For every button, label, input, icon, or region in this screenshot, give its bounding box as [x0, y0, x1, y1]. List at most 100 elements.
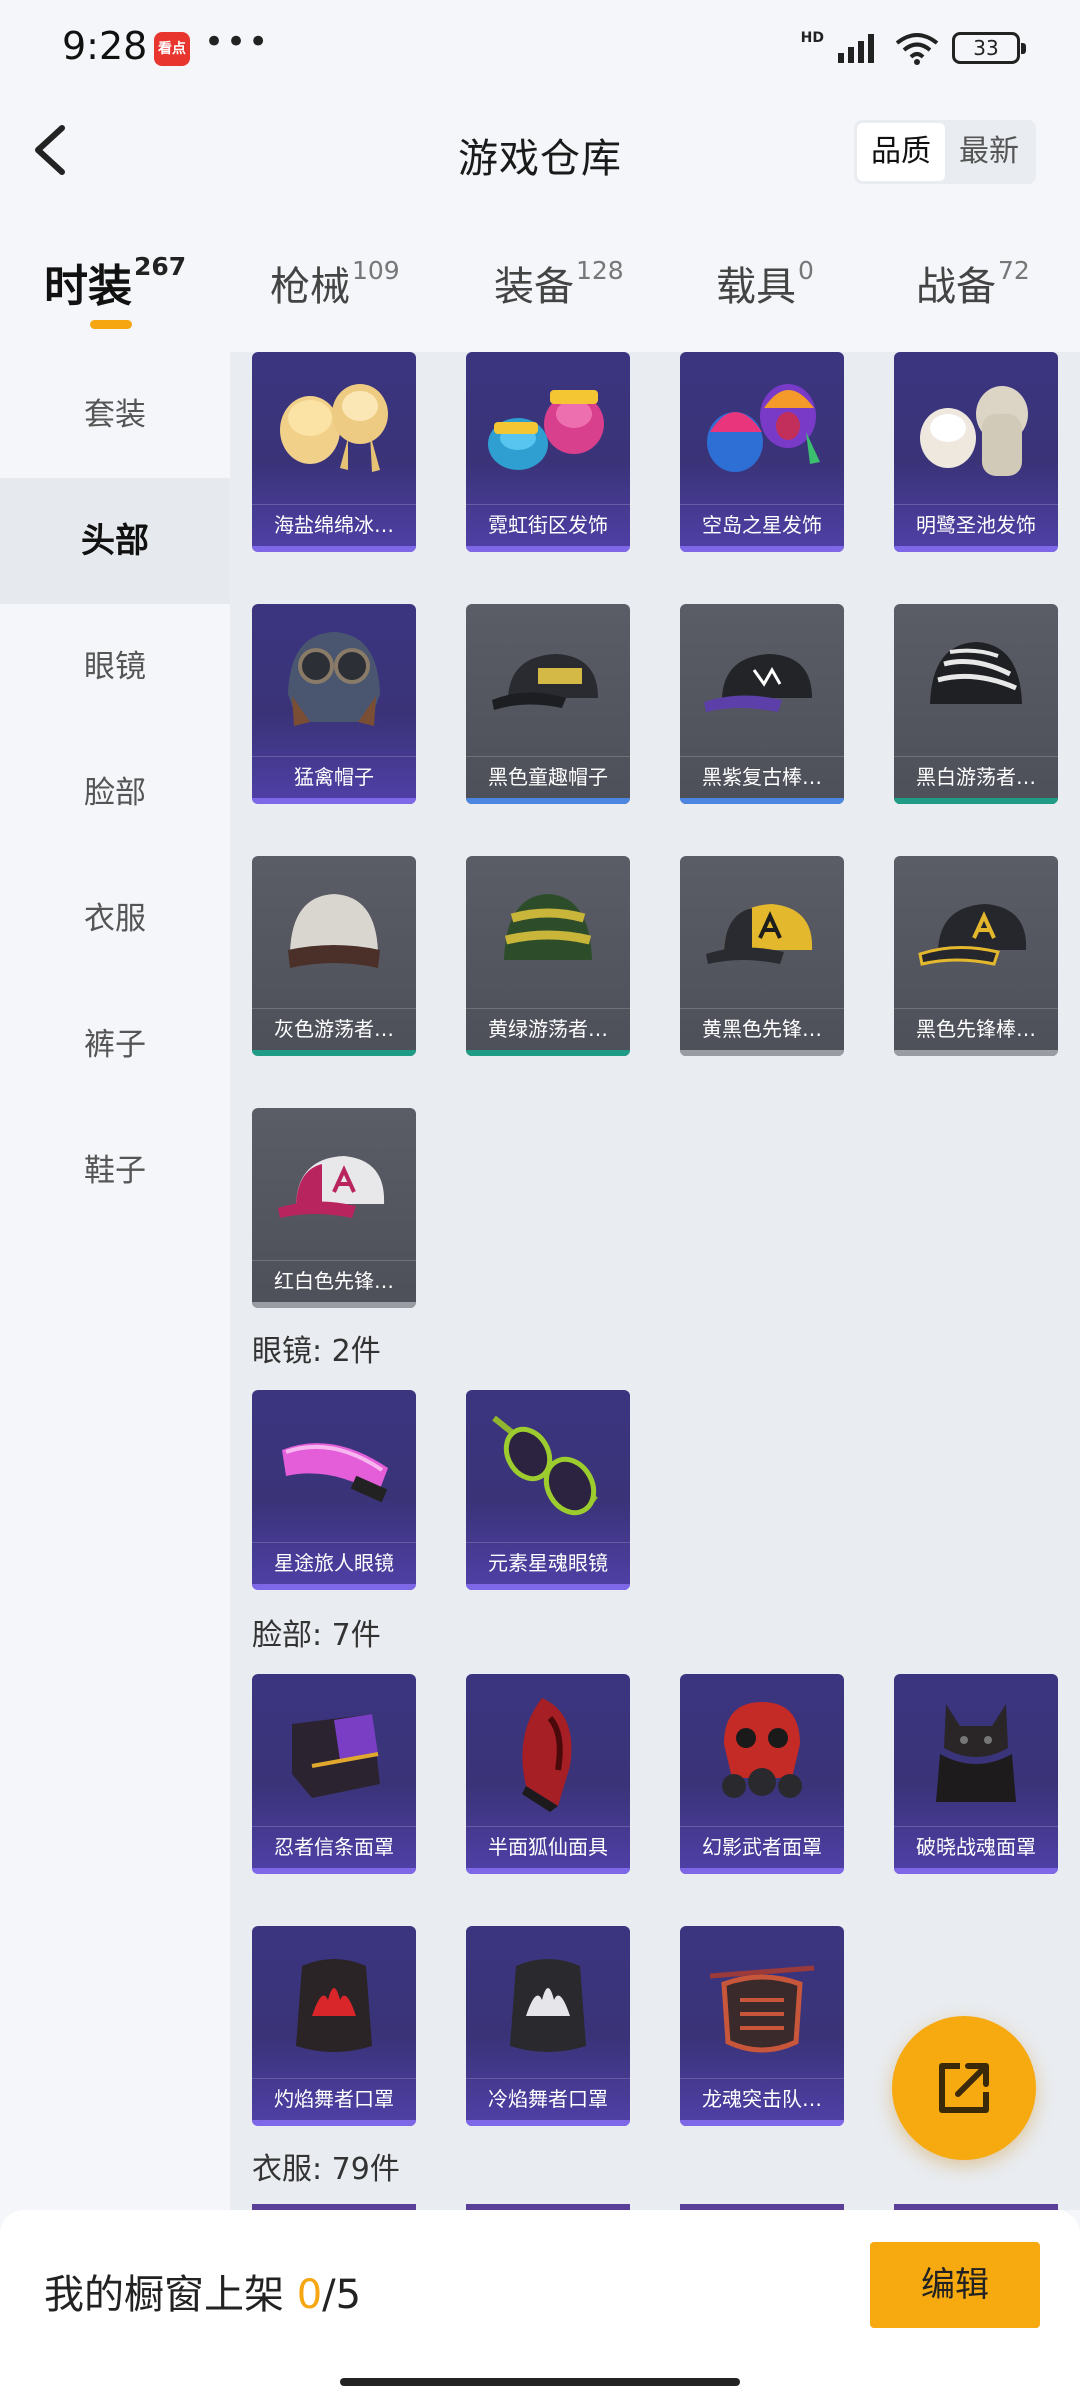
rarity-bar [466, 546, 630, 552]
item-card[interactable]: 龙魂突击队… [680, 1926, 844, 2126]
item-card[interactable]: 霓虹街区发饰 [466, 352, 630, 552]
sort-quality-button[interactable]: 品质 [857, 123, 945, 181]
item-card[interactable]: 黑色先锋棒… [894, 856, 1058, 1056]
rarity-bar [252, 1050, 416, 1056]
tab-equipment[interactable]: 装备128 [494, 254, 624, 334]
item-card[interactable]: 黑白游荡者… [894, 604, 1058, 804]
sidebar-item-face[interactable]: 脸部 [0, 730, 230, 856]
item-name: 黑色童趣帽子 [466, 756, 630, 796]
tab-supplies[interactable]: 战备72 [916, 254, 1030, 334]
item-name: 猛禽帽子 [252, 756, 416, 796]
item-name: 黑色先锋棒… [894, 1008, 1058, 1048]
tab-guns[interactable]: 枪械109 [270, 254, 400, 334]
rarity-bar [466, 1050, 630, 1056]
rarity-bar [894, 798, 1058, 804]
sidebar-item-clothes[interactable]: 衣服 [0, 856, 230, 982]
active-tab-indicator [90, 320, 132, 329]
item-name: 元素星魂眼镜 [466, 1542, 630, 1582]
rarity-bar [894, 546, 1058, 552]
news-app-icon: 看点 [154, 32, 190, 66]
item-name: 破晓战魂面罩 [894, 1826, 1058, 1866]
item-card[interactable]: 幻影武者面罩 [680, 1674, 844, 1874]
tab-label: 时装 [44, 261, 132, 312]
colorful-hair-icon [707, 384, 820, 472]
share-button[interactable] [892, 2016, 1036, 2160]
item-card[interactable]: 空岛之星发饰 [680, 352, 844, 552]
item-card[interactable]: 海盐绵绵冰… [252, 352, 416, 552]
item-name: 幻影武者面罩 [680, 1826, 844, 1866]
red-white-cap-icon [278, 1156, 385, 1218]
rarity-bar [252, 1584, 416, 1590]
tab-fashion[interactable]: 时装267 [44, 250, 186, 330]
item-card[interactable]: 黄黑色先锋… [680, 856, 844, 1056]
ninja-mask-icon [292, 1714, 380, 1798]
tab-count: 267 [134, 252, 187, 281]
rarity-bar [680, 2120, 844, 2126]
item-name: 红白色先锋… [252, 1260, 416, 1300]
yellow-cap-icon [706, 904, 813, 964]
wolf-mask-icon [936, 1704, 1016, 1802]
section-glasses-heading: 眼镜: 2件 [252, 1334, 381, 1369]
tab-count: 128 [576, 256, 624, 285]
flame-mask-icon [296, 1959, 372, 2052]
item-name: 黄绿游荡者… [466, 1008, 630, 1048]
sidebar-item-sets[interactable]: 套装 [0, 352, 230, 478]
item-card[interactable]: 红白色先锋… [252, 1108, 416, 1308]
home-indicator[interactable] [340, 2378, 740, 2386]
rarity-bar [466, 1584, 630, 1590]
more-notifications-icon: ••• [204, 22, 271, 62]
blonde-hair-icon [280, 384, 388, 472]
item-name: 霓虹街区发饰 [466, 504, 630, 544]
rarity-bar [680, 546, 844, 552]
sidebar-item-pants[interactable]: 裤子 [0, 982, 230, 1108]
item-card[interactable]: 明鹭圣池发饰 [894, 352, 1058, 552]
item-card[interactable]: 灰色游荡者… [252, 856, 416, 1056]
item-card[interactable]: 冷焰舞者口罩 [466, 1926, 630, 2126]
tab-count: 0 [798, 256, 814, 285]
edit-button[interactable]: 编辑 [870, 2242, 1040, 2328]
item-card[interactable]: 猛禽帽子 [252, 604, 416, 804]
item-card[interactable]: 半面狐仙面具 [466, 1674, 630, 1874]
status-bar: 9:28 看点 ••• HD 33 [0, 0, 1080, 96]
showcase-label: 我的橱窗上架 [44, 2272, 297, 2318]
white-hair-icon [920, 386, 1028, 476]
item-name: 灼焰舞者口罩 [252, 2078, 416, 2118]
sidebar-item-shoes[interactable]: 鞋子 [0, 1108, 230, 1234]
header: 游戏仓库 品质 最新 [0, 96, 1080, 206]
sort-newest-button[interactable]: 最新 [945, 123, 1033, 181]
zebra-beanie-icon [930, 642, 1022, 704]
item-card[interactable]: 黄绿游荡者… [466, 856, 630, 1056]
sidebar-item-head[interactable]: 头部 [0, 478, 230, 604]
gray-beanie-icon [288, 894, 380, 968]
item-card[interactable]: 黑紫复古棒… [680, 604, 844, 804]
item-card[interactable]: 星途旅人眼镜 [252, 1390, 416, 1590]
rarity-bar [466, 2120, 630, 2126]
item-card[interactable]: 忍者信条面罩 [252, 1674, 416, 1874]
item-name: 龙魂突击队… [680, 2078, 844, 2118]
neon-hair-icon [488, 390, 604, 470]
samurai-mask-icon [722, 1702, 802, 1798]
signal-icon [838, 34, 874, 63]
wifi-icon [895, 33, 939, 65]
item-card[interactable]: 元素星魂眼镜 [466, 1390, 630, 1590]
rarity-bar [680, 1050, 844, 1056]
hd-icon: HD [800, 30, 824, 46]
item-card[interactable]: 黑色童趣帽子 [466, 604, 630, 804]
sidebar-item-glasses[interactable]: 眼镜 [0, 604, 230, 730]
item-card[interactable]: 破晓战魂面罩 [894, 1674, 1058, 1874]
showcase-current: 0 [296, 2272, 323, 2318]
showcase-count: 我的橱窗上架 0/5 [44, 2262, 361, 2320]
tab-label: 战备 [916, 264, 996, 310]
item-card[interactable]: 灼焰舞者口罩 [252, 1926, 416, 2126]
tab-vehicles[interactable]: 载具0 [716, 254, 814, 334]
black-yellow-cap-icon [918, 904, 1027, 966]
rarity-bar [466, 1868, 630, 1874]
item-name: 黑紫复古棒… [680, 756, 844, 796]
showcase-total: /5 [322, 2272, 362, 2318]
fox-mask-icon [522, 1698, 572, 1812]
sidebar: 套装 头部 眼镜 脸部 衣服 裤子 鞋子 [0, 352, 230, 2210]
rarity-bar [252, 1868, 416, 1874]
tab-label: 载具 [716, 264, 796, 310]
rarity-bar [252, 2120, 416, 2126]
tab-label: 装备 [494, 264, 574, 310]
